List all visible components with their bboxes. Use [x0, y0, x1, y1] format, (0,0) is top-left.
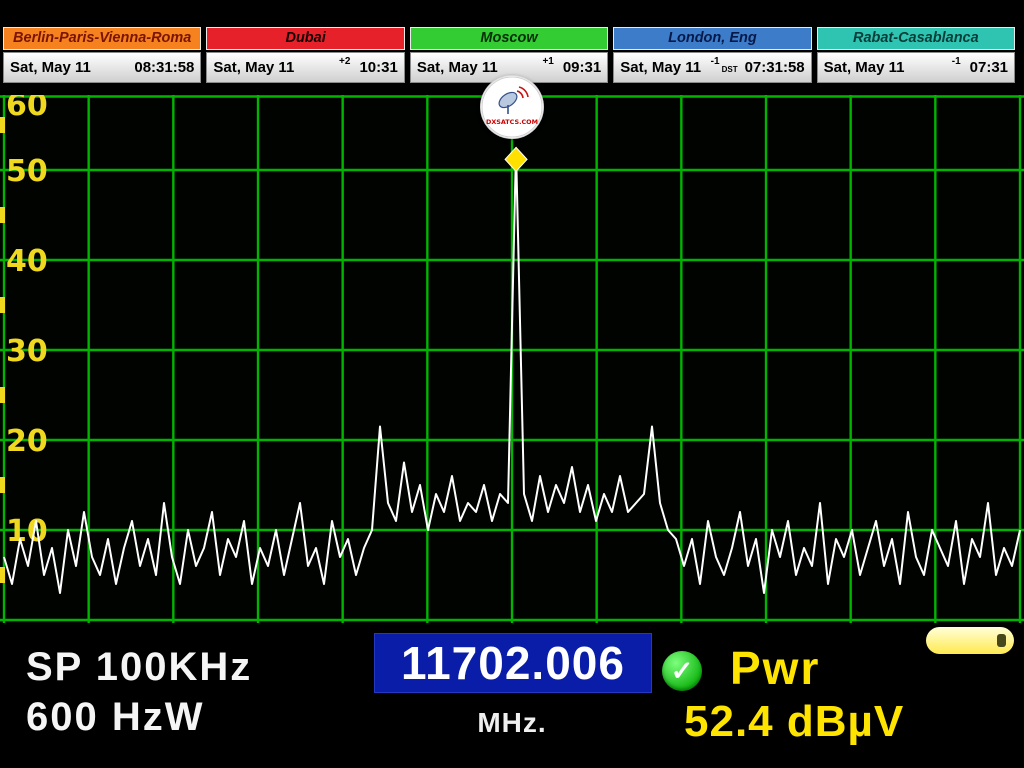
- clock-date: Sat, May 11: [10, 59, 91, 76]
- clock-city: London, Eng: [613, 27, 811, 50]
- power-label: Pwr: [730, 641, 820, 695]
- y-axis-tick: [0, 207, 5, 223]
- y-axis-tick: [0, 477, 5, 493]
- clock-city: Dubai: [206, 27, 404, 50]
- spectrum-plot: 60 50 40 30 20 10: [0, 95, 1024, 625]
- y-axis-tick: [0, 117, 5, 133]
- clock-time: 07:31:58: [745, 59, 805, 76]
- clock-time: 10:31: [359, 59, 397, 76]
- y-axis-tick: [0, 567, 5, 583]
- pill-knob-icon: [997, 634, 1006, 647]
- logo-text: DXSATCS.COM: [486, 118, 538, 126]
- y-axis-label: 30: [6, 334, 48, 369]
- satellite-meter-screen: Berlin-Paris-Vienna-Roma Sat, May 11 08:…: [0, 0, 1024, 768]
- clock-time: 09:31: [563, 59, 601, 76]
- peak-marker-icon: [505, 147, 527, 171]
- clock-date: Sat, May 11: [620, 59, 701, 76]
- clock-dst-label: DST: [722, 65, 738, 74]
- y-axis-label: 40: [6, 244, 48, 279]
- clock-city: Berlin-Paris-Vienna-Roma: [3, 27, 201, 50]
- clock-date: Sat, May 11: [824, 59, 905, 76]
- y-axis-tick: [0, 387, 5, 403]
- power-value: 52.4 dBµV: [684, 697, 904, 747]
- dxsatcs-logo: DXSATCS.COM: [481, 76, 543, 138]
- clock-time-row: Sat, May 11 +2 10:31: [206, 52, 404, 83]
- readout-panel: SP 100KHz 600 HzW 11702.006 MHz. ✓ Pwr 5…: [0, 625, 1024, 768]
- y-axis-tick: [0, 297, 5, 313]
- ok-check-icon: ✓: [662, 651, 702, 691]
- spectrum-canvas: 60 50 40 30 20 10: [0, 95, 1024, 625]
- bandwidth-readout: 600 HzW: [26, 695, 205, 740]
- clock-utc-offset: -1: [711, 56, 720, 67]
- clock-time-row: Sat, May 11 08:31:58: [3, 52, 201, 83]
- clock-time-row: Sat, May 11 -1 07:31: [817, 52, 1015, 83]
- clock-time: 08:31:58: [134, 59, 194, 76]
- y-axis-label: 20: [6, 424, 48, 459]
- clock-cell-berlin: Berlin-Paris-Vienna-Roma Sat, May 11 08:…: [3, 27, 201, 95]
- clock-cell-dubai: Dubai Sat, May 11 +2 10:31: [206, 27, 404, 95]
- clock-date: Sat, May 11: [213, 59, 294, 76]
- span-readout: SP 100KHz: [26, 645, 252, 690]
- clock-cell-london: London, Eng Sat, May 11 -1 DST 07:31:58: [613, 27, 811, 95]
- clock-utc-offset: +2: [339, 56, 350, 67]
- clock-city: Moscow: [410, 27, 608, 50]
- clock-utc-offset: -1: [952, 56, 961, 67]
- clock-city: Rabat-Casablanca: [817, 27, 1015, 50]
- volume-pill[interactable]: [926, 627, 1014, 654]
- clock-cell-rabat: Rabat-Casablanca Sat, May 11 -1 07:31: [817, 27, 1015, 95]
- clock-time-row: Sat, May 11 -1 DST 07:31:58: [613, 52, 811, 83]
- frequency-unit: MHz.: [374, 707, 650, 739]
- y-axis-label: 10: [6, 514, 48, 549]
- clock-time: 07:31: [970, 59, 1008, 76]
- clock-date: Sat, May 11: [417, 59, 498, 76]
- satellite-dish-icon: DXSATCS.COM: [481, 76, 543, 138]
- clock-utc-offset: +1: [542, 56, 553, 67]
- y-axis-label: 50: [6, 154, 48, 189]
- y-axis-label: 60: [6, 95, 48, 123]
- frequency-display[interactable]: 11702.006: [374, 633, 652, 693]
